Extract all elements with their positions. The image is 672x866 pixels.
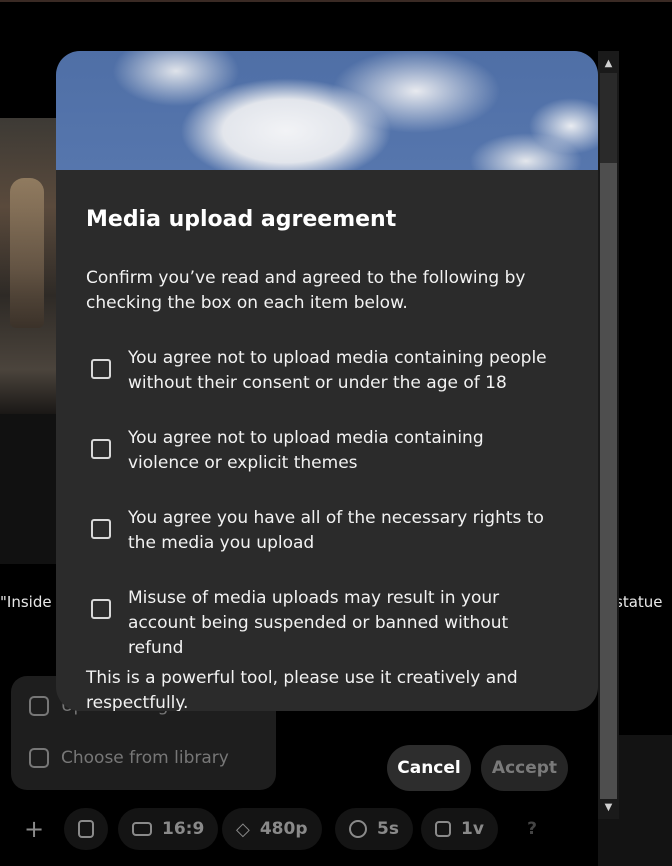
- aspect-ratio-label: 16:9: [162, 819, 205, 839]
- add-button[interactable]: +: [14, 808, 54, 850]
- accept-button[interactable]: Accept: [481, 745, 568, 791]
- help-button[interactable]: ?: [513, 808, 551, 850]
- statue-figure: [10, 178, 44, 328]
- agreement-item-misuse: Misuse of media uploads may result in yo…: [91, 586, 551, 661]
- background-video-thumbnail: [0, 118, 60, 414]
- dialog-footer-text: This is a powerful tool, please use it c…: [86, 668, 518, 711]
- book-icon: [78, 820, 94, 838]
- rights-checkbox[interactable]: [91, 519, 111, 539]
- background-caption-left: "Inside: [0, 593, 52, 611]
- duration-label: 5s: [377, 819, 399, 839]
- aspect-ratio-icon: [132, 822, 152, 836]
- scroll-track[interactable]: [600, 73, 617, 163]
- top-border: [0, 0, 672, 2]
- diamond-icon: ◇: [236, 818, 250, 840]
- cancel-button[interactable]: Cancel: [387, 745, 471, 791]
- duration-button[interactable]: 5s: [335, 808, 413, 850]
- violence-checkbox[interactable]: [91, 439, 111, 459]
- background-caption-right: statue: [615, 593, 663, 611]
- agreement-item-rights: You agree you have all of the necessary …: [91, 506, 551, 556]
- frame-icon: [435, 821, 451, 837]
- agreement-text: You agree not to upload media containing…: [128, 348, 547, 393]
- dialog-intro: Confirm you’ve read and agreed to the fo…: [86, 268, 526, 313]
- upload-media-icon: [29, 696, 49, 716]
- sky-banner-image: [56, 51, 598, 170]
- library-icon: [29, 748, 49, 768]
- consent-checkbox[interactable]: [91, 359, 111, 379]
- misuse-checkbox[interactable]: [91, 599, 111, 619]
- prompt-book-button[interactable]: [64, 808, 108, 850]
- agreement-item-violence: You agree not to upload media containing…: [91, 426, 551, 476]
- agreement-item-consent: You agree not to upload media containing…: [91, 346, 551, 396]
- dialog-scrollbar[interactable]: ▲ ▼: [598, 51, 619, 819]
- plus-icon: +: [23, 815, 45, 843]
- quality-label: 480p: [259, 819, 308, 839]
- agreement-text: You agree not to upload media containing…: [128, 428, 484, 473]
- scroll-thumb[interactable]: [600, 163, 617, 799]
- choose-library-item[interactable]: Choose from library: [29, 748, 229, 768]
- variations-button[interactable]: 1v: [421, 808, 498, 850]
- bottom-toolbar: + 16:9 ◇ 480p 5s 1v ?: [0, 800, 600, 858]
- quality-button[interactable]: ◇ 480p: [222, 808, 322, 850]
- aspect-ratio-button[interactable]: 16:9: [118, 808, 219, 850]
- agreement-text: You agree you have all of the necessary …: [128, 508, 544, 553]
- background-video-lower: [0, 414, 60, 564]
- clock-icon: [349, 820, 367, 838]
- scroll-down-arrow-icon[interactable]: ▼: [598, 797, 619, 817]
- variations-label: 1v: [461, 819, 484, 839]
- media-upload-agreement-dialog: Media upload agreement Confirm you’ve re…: [56, 51, 598, 711]
- scroll-up-arrow-icon[interactable]: ▲: [598, 53, 619, 73]
- dialog-title: Media upload agreement: [86, 207, 397, 232]
- help-icon: ?: [527, 819, 537, 839]
- agreement-text: Misuse of media uploads may result in yo…: [128, 588, 509, 658]
- choose-library-label: Choose from library: [61, 748, 229, 768]
